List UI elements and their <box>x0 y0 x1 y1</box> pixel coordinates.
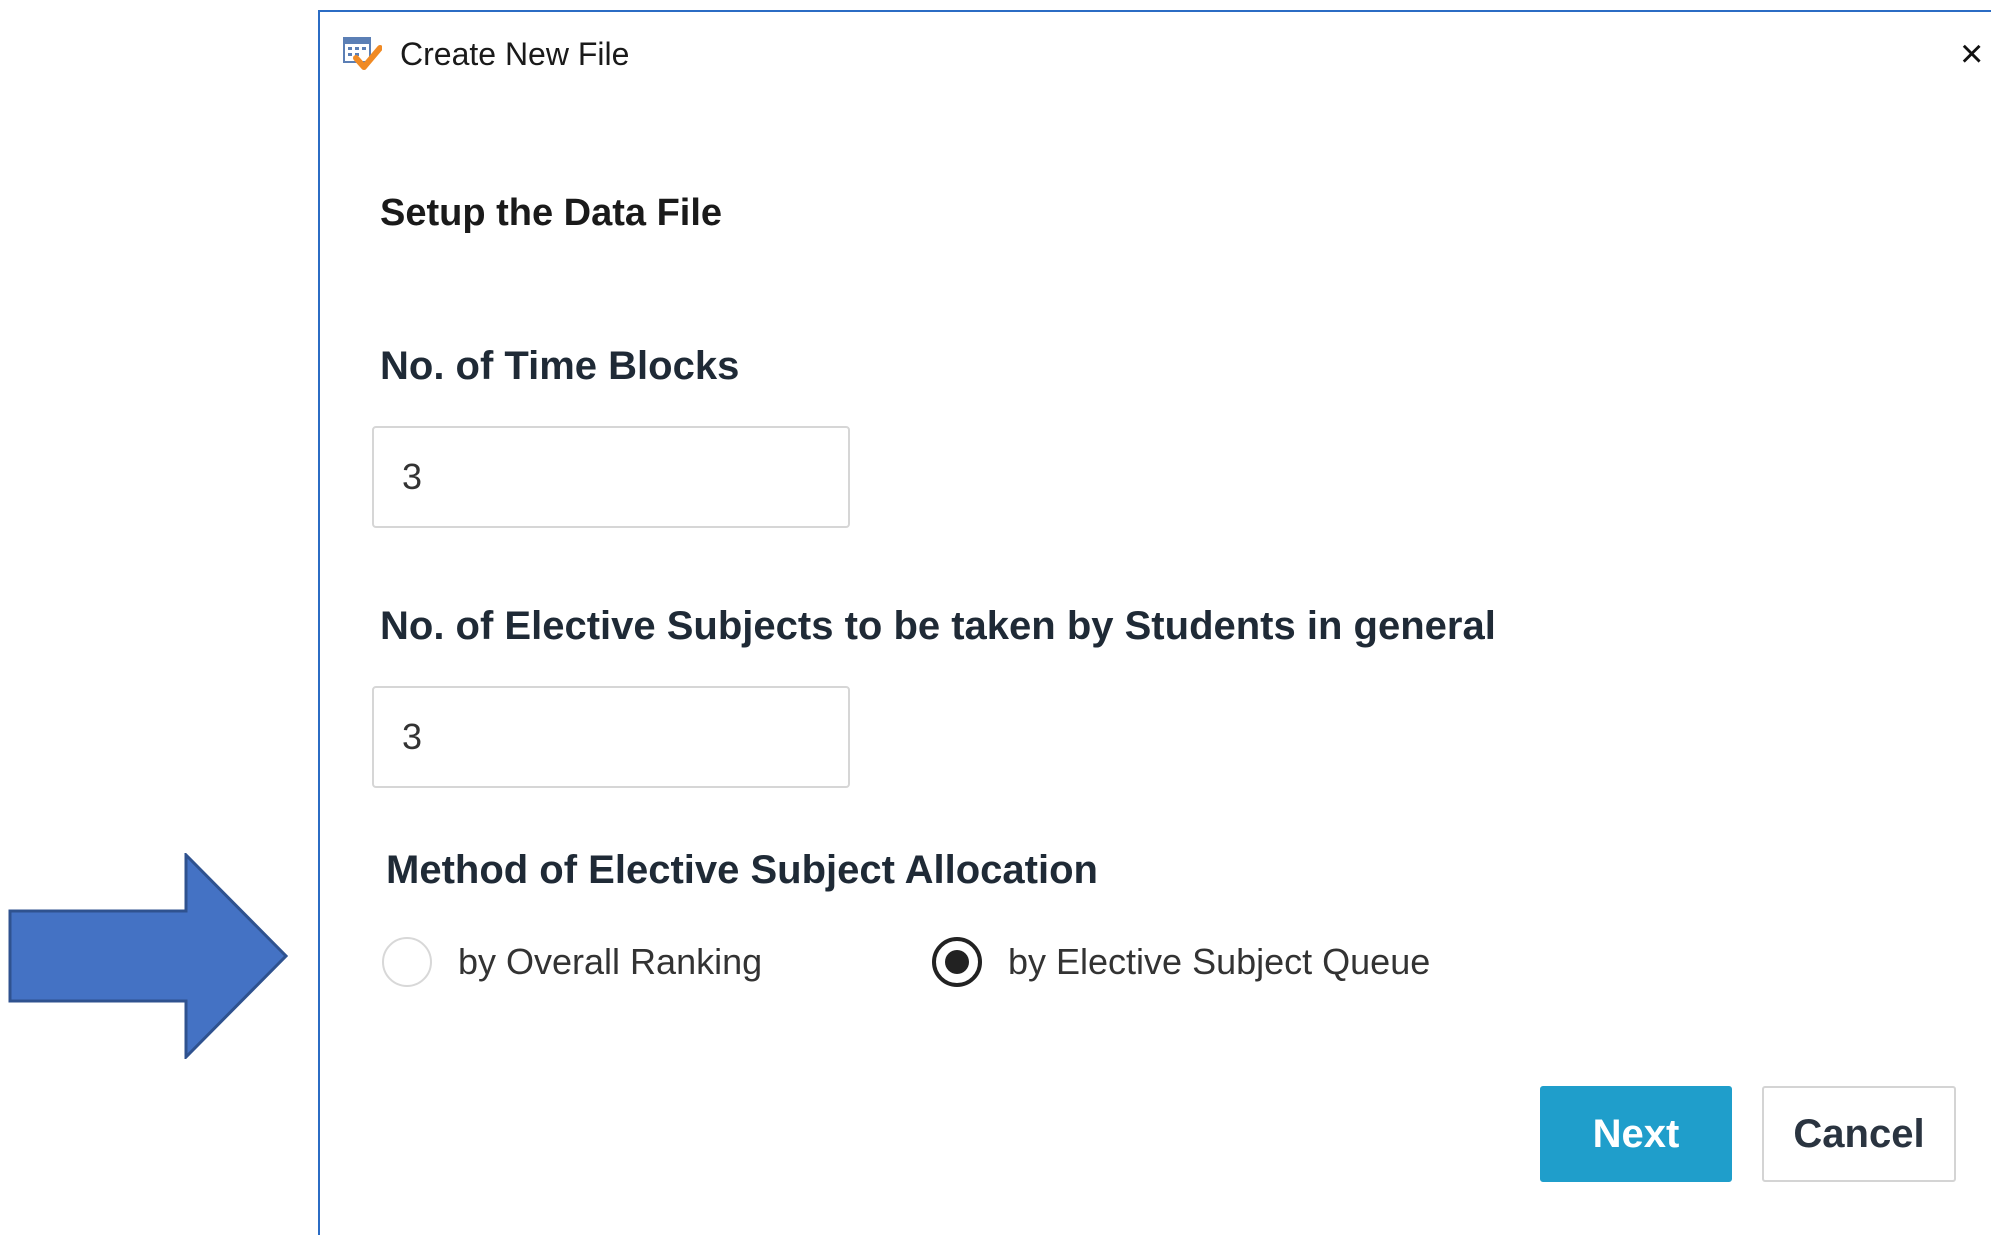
next-button[interactable]: Next <box>1540 1086 1732 1182</box>
create-new-file-dialog: Create New File × Setup the Data File No… <box>318 10 1991 1235</box>
radio-elective-subject-queue[interactable]: by Elective Subject Queue <box>932 934 1430 990</box>
dialog-titlebar: Create New File × <box>320 12 1991 96</box>
elective-subjects-input[interactable] <box>372 686 850 788</box>
calendar-check-icon <box>343 37 382 70</box>
section-heading: Setup the Data File <box>380 192 723 234</box>
cancel-button[interactable]: Cancel <box>1762 1086 1956 1182</box>
close-icon[interactable]: × <box>1960 34 1983 74</box>
elective-subjects-label: No. of Elective Subjects to be taken by … <box>380 604 1496 648</box>
radio-overall-ranking[interactable]: by Overall Ranking <box>382 934 762 990</box>
dialog-title: Create New File <box>400 36 630 72</box>
time-blocks-input[interactable] <box>372 426 850 528</box>
arrow-right-icon <box>8 853 288 1059</box>
radio-elective-subject-queue-label: by Elective Subject Queue <box>1008 941 1431 982</box>
radio-button-checked[interactable] <box>932 937 982 987</box>
radio-button-unchecked[interactable] <box>382 937 432 987</box>
allocation-method-label: Method of Elective Subject Allocation <box>386 848 1098 892</box>
radio-overall-ranking-label: by Overall Ranking <box>458 941 763 982</box>
time-blocks-label: No. of Time Blocks <box>380 344 740 388</box>
